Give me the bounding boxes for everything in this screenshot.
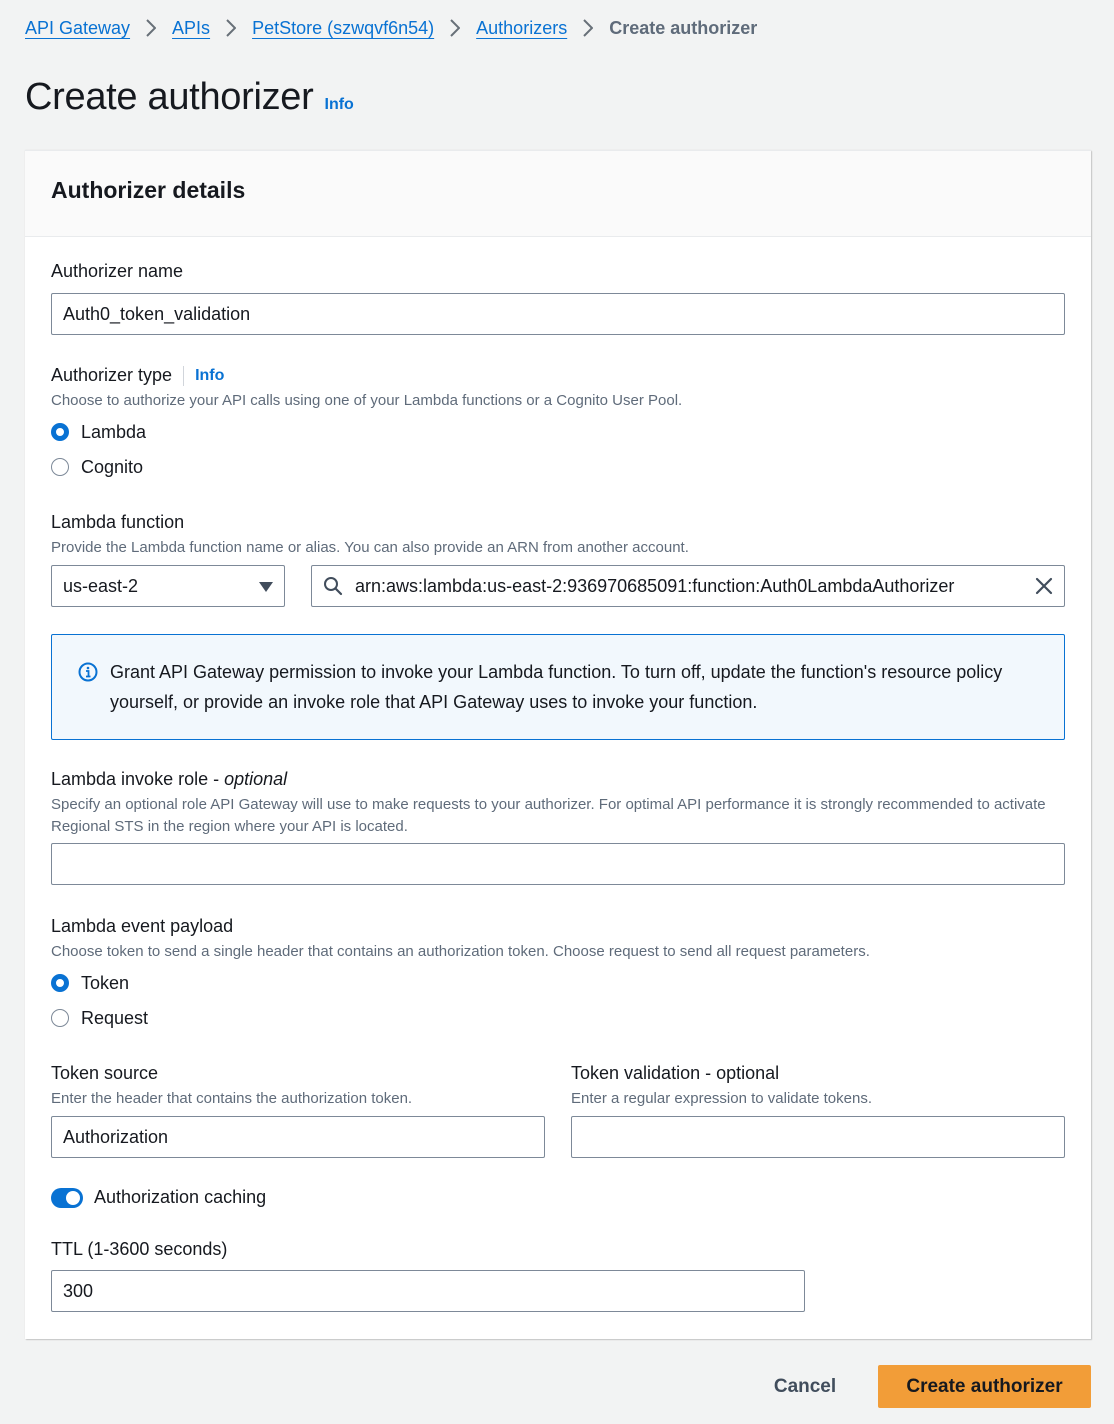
authorizer-name-input[interactable]: Auth0_token_validation [51, 293, 1065, 335]
authorizer-type-description: Choose to authorize your API calls using… [51, 392, 683, 409]
page-title: Create authorizer [25, 76, 314, 118]
authorizer-type-label: Authorizer type [51, 365, 173, 385]
token-source-label: Token source [51, 1063, 159, 1083]
event-payload-description: Choose token to send a single header tha… [51, 943, 870, 960]
radio-unchecked-icon[interactable] [51, 1009, 69, 1027]
radio-request-label: Request [81, 1007, 149, 1028]
token-validation-description: Enter a regular expression to validate t… [571, 1090, 873, 1107]
token-source-input[interactable]: Authorization [51, 1116, 545, 1158]
radio-cognito[interactable]: Cognito [51, 455, 143, 479]
authorizer-name-label: Authorizer name [51, 261, 184, 281]
radio-unchecked-icon[interactable] [51, 458, 69, 476]
breadcrumb-current: Create authorizer [609, 17, 758, 38]
panel-title: Authorizer details [51, 177, 246, 203]
radio-checked-icon[interactable] [51, 423, 69, 441]
invoke-role-label: Lambda invoke role - optional [51, 769, 287, 790]
chevron-right-icon [450, 19, 461, 37]
radio-cognito-label: Cognito [81, 456, 144, 477]
info-circle-icon [78, 662, 98, 717]
breadcrumb: API Gateway APIs PetStore (szwqvf6n54) A… [25, 14, 757, 42]
region-select[interactable]: us-east-2 [51, 565, 285, 607]
authorizer-name-value: Auth0_token_validation [63, 303, 251, 324]
lambda-function-label: Lambda function [51, 512, 185, 532]
chevron-right-icon [226, 19, 237, 37]
cancel-button[interactable]: Cancel [760, 1366, 850, 1408]
token-source-value: Authorization [63, 1126, 169, 1147]
panel-header: Authorizer details [25, 151, 1091, 237]
radio-lambda-label: Lambda [81, 421, 147, 442]
authorizer-details-panel: Authorizer details Authorizer name Auth0… [25, 150, 1091, 1339]
permission-info-alert: Grant API Gateway permission to invoke y… [51, 634, 1065, 740]
lambda-function-description: Provide the Lambda function name or alia… [51, 539, 689, 556]
invoke-role-optional: optional [224, 769, 288, 789]
radio-token-label: Token [81, 972, 130, 993]
chevron-right-icon [146, 19, 157, 37]
radio-request[interactable]: Request [51, 1006, 148, 1030]
clear-icon[interactable] [1035, 577, 1053, 595]
divider [183, 365, 185, 386]
token-validation-label: Token validation - optional [571, 1063, 780, 1083]
authorizer-type-label-row: Authorizer type Info [51, 365, 224, 386]
authorization-caching-label: Authorization caching [94, 1187, 267, 1207]
ttl-input[interactable]: 300 [51, 1270, 805, 1312]
page-header: Create authorizer Info [25, 76, 354, 119]
invoke-role-description: Specify an optional role API Gateway wil… [51, 796, 1046, 835]
authorizer-type-info-link[interactable]: Info [195, 367, 224, 385]
authorization-caching-toggle-row[interactable]: Authorization caching [51, 1187, 266, 1208]
radio-checked-icon[interactable] [51, 974, 69, 992]
alert-message: Grant API Gateway permission to invoke y… [110, 662, 1003, 712]
lambda-function-search-input[interactable]: arn:aws:lambda:us-east-2:936970685091:fu… [311, 565, 1065, 607]
caret-down-icon [259, 576, 273, 597]
toggle-switch[interactable] [51, 1187, 83, 1208]
breadcrumb-api-gateway[interactable]: API Gateway [25, 18, 130, 39]
breadcrumb-petstore[interactable]: PetStore (szwqvf6n54) [252, 18, 434, 39]
radio-lambda[interactable]: Lambda [51, 420, 146, 444]
token-source-description: Enter the header that contains the autho… [51, 1090, 413, 1107]
lambda-function-value: arn:aws:lambda:us-east-2:936970685091:fu… [355, 575, 955, 596]
invoke-role-input[interactable] [51, 843, 1065, 885]
search-icon [323, 576, 343, 596]
ttl-value: 300 [63, 1280, 94, 1301]
event-payload-label: Lambda event payload [51, 916, 234, 936]
create-authorizer-button[interactable]: Create authorizer [878, 1365, 1091, 1408]
ttl-label: TTL (1-3600 seconds) [51, 1239, 228, 1259]
page-info-link[interactable]: Info [325, 96, 354, 114]
region-select-value: us-east-2 [63, 575, 139, 596]
chevron-right-icon [583, 19, 594, 37]
invoke-role-label-text: Lambda invoke role - [51, 769, 225, 789]
breadcrumb-apis[interactable]: APIs [172, 18, 210, 39]
breadcrumb-authorizers[interactable]: Authorizers [476, 18, 567, 39]
token-validation-input[interactable] [571, 1116, 1065, 1158]
radio-token[interactable]: Token [51, 971, 129, 995]
